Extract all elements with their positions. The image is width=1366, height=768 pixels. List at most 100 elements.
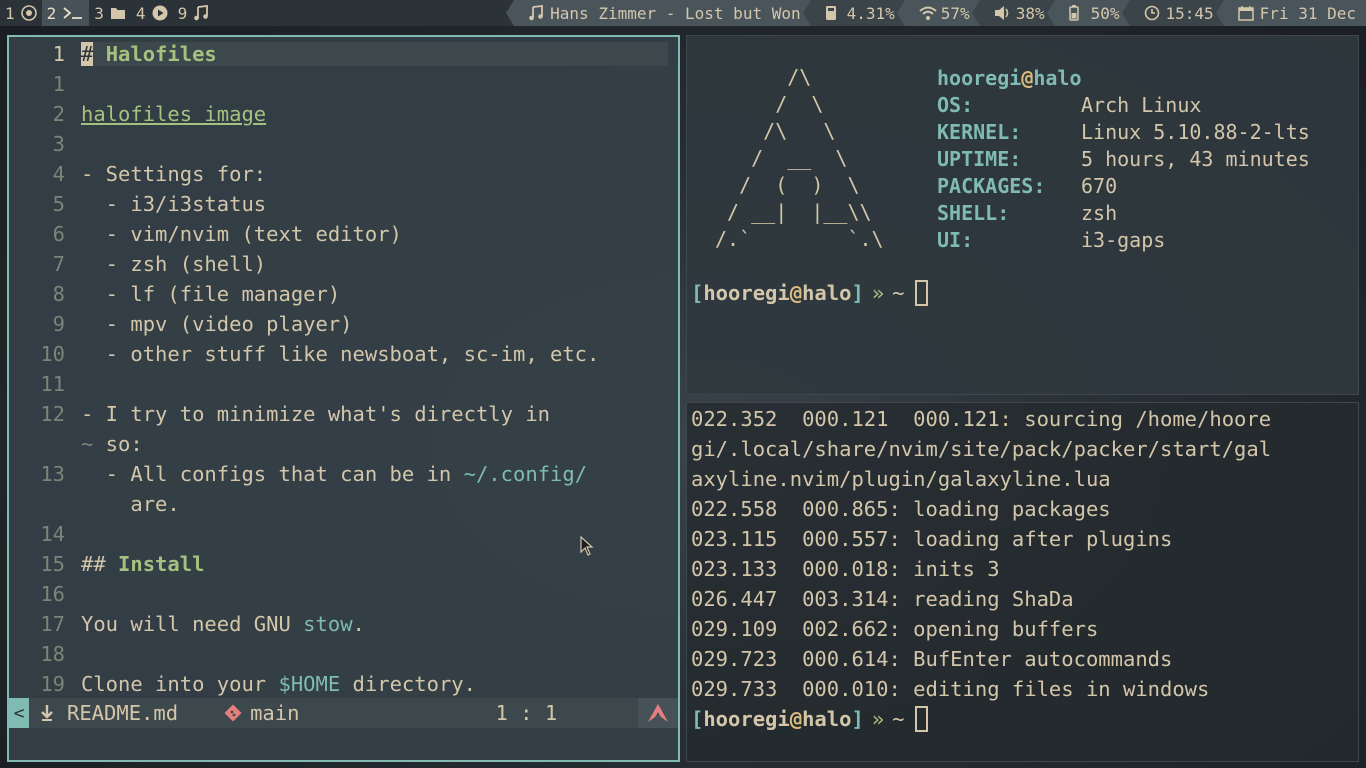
workspace-1[interactable]: 1 [0,0,42,26]
git-branch: main [250,701,300,725]
workspace-3[interactable]: 3 [89,0,131,26]
editor-line[interactable]: 6 - vim/nvim (text editor) [9,219,678,249]
editor-line[interactable]: 18 [9,639,678,669]
sysinfo-row: UPTIME: 5 hours, 43 minutes [937,147,1310,171]
terminal-output-line: 023.133 000.018: inits 3 [691,557,1000,581]
editor-line[interactable]: 2 halofiles image [9,99,678,129]
markdown-link[interactable]: halofiles image [81,102,266,126]
prompt-arrow: » [871,281,885,305]
workspace-2[interactable]: 2 [41,0,90,26]
mode-indicator: < [9,698,29,728]
editor-line[interactable]: 1 # Halofiles [9,39,678,69]
terminal-output-line: axyline.nvim/plugin/galaxyline.lua [691,467,1111,491]
terminal-output-line: 022.558 000.865: loading packages [691,497,1111,521]
editor-line[interactable]: 5 - i3/i3status [9,189,678,219]
file-type-icon [39,704,55,722]
workspace-number: 2 [46,3,57,23]
fetch-host: halo [1033,66,1082,90]
line-number: 9 [52,312,65,336]
editor-line[interactable]: 10 - other stuff like newsboat, sc-im, e… [9,339,678,369]
line-text: You will need GNU stow. [81,612,365,636]
wifi-icon [919,5,937,21]
terminal-output-line: 029.723 000.614: BufEnter autocommands [691,647,1173,671]
line-text-prefix: - All configs that can be in [81,462,464,486]
editor-line[interactable]: 13 - All configs that can be in ~/.confi… [9,459,678,489]
sysinfo-header: hooregi @ halo [937,66,1082,90]
editor-line[interactable]: 9 - mpv (video player) [9,309,678,339]
line-number: 1 [52,42,65,66]
editor-line[interactable]: 16 [9,579,678,609]
editor-line-wrap[interactable]: ~ so: [9,429,678,459]
prompt-at: @ [789,707,803,731]
editor-line[interactable]: 14 [9,519,678,549]
inline-code: stow [303,612,353,636]
editor-line[interactable]: 12 - I try to minimize what's directly i… [9,399,678,429]
line-number: 7 [52,252,65,276]
line-number: 17 [40,612,65,636]
volume-value: 38% [1015,3,1045,23]
line-text: - Settings for: [81,162,267,186]
editor-line[interactable]: 11 [9,369,678,399]
date-value: Fri 31 Dec [1259,3,1356,23]
editor-line[interactable]: 4 - Settings for: [9,159,678,189]
line-number: 16 [40,582,65,606]
editor-line[interactable]: 1 [9,69,678,99]
workspace-9[interactable]: 9 [173,0,215,26]
line-text: - vim/nvim (text editor) [81,222,402,246]
env-variable: $HOME [278,672,341,696]
workspace-number: 1 [5,3,15,23]
shell-prompt[interactable]: [hooregi @ halo] » ~ [691,706,928,732]
line-number: 18 [40,642,65,666]
text-cursor: # [81,42,94,66]
volume-icon [994,5,1010,21]
editor-line[interactable]: 3 [9,129,678,159]
sysinfo-value: zsh [1081,201,1118,225]
editor-statusline: < README.md main 1 : 1 [9,698,678,728]
prompt-at: @ [789,281,803,305]
clock-icon [1144,5,1160,21]
editor-line[interactable]: 19 Clone into your $HOME directory. [9,669,678,699]
line-text: - I try to minimize what's directly in [81,402,550,426]
prompt-user: hooregi [703,707,790,731]
terminal-startuptime[interactable]: 022.352 000.121 000.121: sourcing /home/… [686,402,1359,762]
volume-status[interactable]: 38% [971,0,1055,26]
cursor-position: 1 : 1 [495,701,558,725]
line-text-suffix: directory. [340,672,476,696]
line-text: # Halofiles [81,42,668,66]
line-text: - i3/i3status [81,192,267,216]
editor-line[interactable]: 7 - zsh (shell) [9,249,678,279]
sysinfo-value: Linux 5.10.88-2-lts [1081,120,1310,144]
neovim-editor-window[interactable]: 1 # Halofiles 1 2 halofiles image 3 4 - … [7,35,680,762]
line-text: ## Install [81,552,204,576]
terminal-sysinfo[interactable]: /\ / \ /\ \ / __ \ / ( ) \ / __| |__\\ /… [686,35,1359,395]
editor-line[interactable]: 15 ## Install [9,549,678,579]
line-number: 3 [52,132,65,156]
workspace-number: 4 [135,3,146,23]
line-text: are. [81,492,180,516]
sysinfo-value: i3-gaps [1081,228,1166,252]
prompt-bracket: [ [691,281,704,305]
prompt-bracket: ] [851,281,864,305]
fetch-user: hooregi [937,66,1022,90]
terminal-output-line: 022.352 000.121 000.121: sourcing /home/… [691,407,1272,431]
sysinfo-value: 5 hours, 43 minutes [1081,147,1310,171]
line-number: 5 [52,192,65,216]
line-number: 4 [52,162,65,186]
chrome-icon [20,5,37,21]
date-status: Fri 31 Dec [1215,0,1366,26]
workspace-4[interactable]: 4 [131,0,173,26]
sysinfo-row: UI: i3-gaps [937,228,1165,252]
sysinfo-row: KERNEL: Linux 5.10.88-2-lts [937,120,1310,144]
shell-prompt[interactable]: [hooregi @ halo] » ~ [691,280,928,306]
sysinfo-key: OS: [937,93,974,117]
sysinfo-row: OS: Arch Linux [937,93,1201,117]
wifi-status: 57% [896,0,980,26]
editor-line[interactable]: 17 You will need GNU stow. [9,609,678,639]
prompt-host: halo [802,281,852,305]
editor-line-wrap[interactable]: are. [9,489,678,519]
line-text: - other stuff like newsboat, sc-im, etc. [81,342,600,366]
editor-line[interactable]: 8 - lf (file manager) [9,279,678,309]
sysinfo-key: UI: [937,228,974,252]
line-number: 6 [52,222,65,246]
now-playing[interactable]: Hans Zimmer - Lost but Won [506,0,811,26]
